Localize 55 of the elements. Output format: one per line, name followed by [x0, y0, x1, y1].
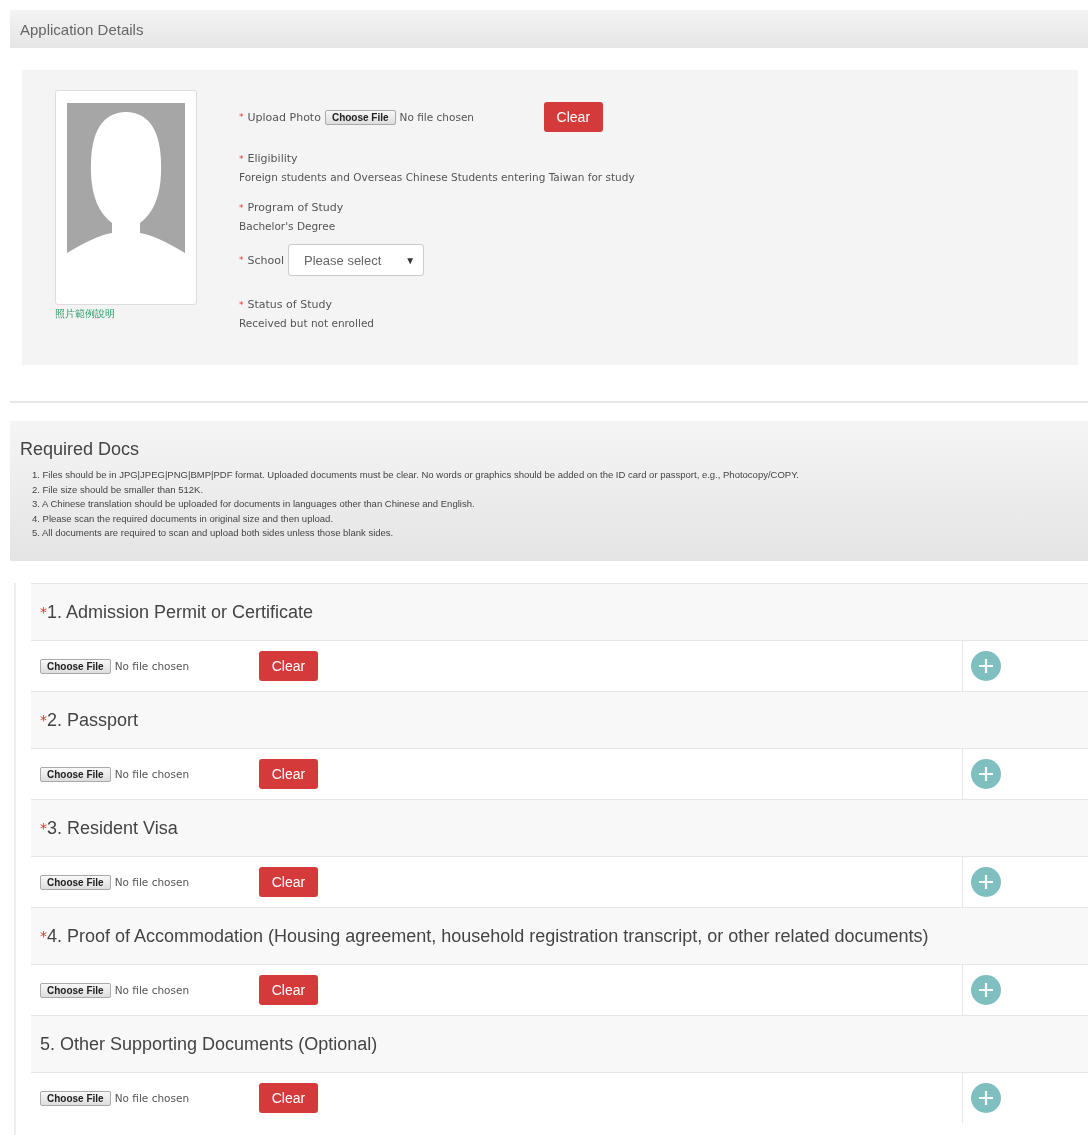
file-status: No file chosen: [114, 1092, 191, 1104]
choose-file-button[interactable]: Choose File: [40, 874, 111, 890]
instruction-note: 5. All documents are required to scan and upload both sides unless those blank sides.: [32, 526, 395, 540]
document-title: 3. Resident Visa: [47, 817, 178, 839]
instruction-note: 4. Please scan the required documents in original size and then upload.: [32, 511, 335, 526]
field-label: School: [247, 253, 285, 267]
field-label: Status of Study: [247, 298, 332, 311]
clear-button[interactable]: Clear: [258, 651, 319, 681]
choose-file-button[interactable]: Choose File: [40, 982, 111, 998]
add-icon[interactable]: [971, 867, 1001, 897]
add-icon[interactable]: [971, 1083, 1001, 1113]
section-title: Application Details: [20, 20, 144, 38]
field-value: Received but not enrolled: [239, 317, 375, 329]
field-value: Foreign students and Overseas Chinese Students entering Taiwan for study: [239, 171, 635, 183]
file-status: No file chosen: [114, 876, 191, 888]
caret-icon: ▼: [405, 254, 416, 266]
avatar-placeholder-icon: [67, 103, 185, 261]
required-mark: *: [239, 112, 244, 122]
required-mark: *: [239, 255, 244, 265]
field-label: Eligibility: [247, 152, 298, 165]
clear-button[interactable]: Clear: [543, 102, 604, 132]
instruction-note: 3. A Chinese translation should be uploaded for documents in languages other than Chinese and English.: [32, 497, 476, 511]
document-title: 5. Other Supporting Documents (Optional): [40, 1033, 378, 1055]
clear-button[interactable]: Clear: [258, 759, 319, 789]
required-mark: *: [239, 202, 244, 213]
field-label: Upload Photo: [247, 110, 321, 124]
document-title: 4. Proof of Accommodation (Housing agreement, household registration transcript, or other related documents): [47, 925, 929, 947]
section-title: Required Docs: [20, 439, 141, 460]
school-select[interactable]: Please select ▼: [288, 244, 425, 276]
field-label: Program of Study: [247, 201, 344, 214]
clear-button[interactable]: Clear: [258, 867, 319, 897]
instruction-note: 2. File size should be smaller than 512K.: [32, 482, 205, 497]
choose-file-button[interactable]: Choose File: [40, 658, 111, 674]
instruction-note: 1. Files should be in JPG|JPEG|PNG|BMP|PDF format. Uploaded documents must be clear. No words or graphics should be added on the ID card or passport, e.g., Photocopy/COPY.: [32, 468, 800, 482]
file-status: No file chosen: [399, 111, 475, 123]
file-status: No file chosen: [114, 984, 191, 996]
clear-button[interactable]: Clear: [258, 975, 319, 1005]
add-icon[interactable]: [971, 759, 1001, 789]
add-icon[interactable]: [971, 975, 1001, 1005]
choose-file-button[interactable]: Choose File: [40, 1090, 111, 1106]
file-status: No file chosen: [114, 660, 191, 672]
required-mark: *: [239, 299, 244, 310]
required-mark: *: [40, 820, 47, 836]
required-mark: *: [40, 604, 47, 620]
choose-file-button[interactable]: Choose File: [40, 766, 111, 782]
document-title: 2. Passport: [47, 709, 139, 731]
add-icon[interactable]: [971, 651, 1001, 681]
required-mark: *: [40, 712, 47, 728]
required-mark: *: [40, 928, 47, 944]
file-status: No file chosen: [114, 768, 191, 780]
clear-button[interactable]: Clear: [258, 1083, 319, 1113]
choose-file-button[interactable]: Choose File: [324, 109, 396, 125]
field-value: Bachelor's Degree: [239, 220, 337, 232]
required-mark: *: [239, 153, 244, 164]
document-title: 1. Admission Permit or Certificate: [47, 601, 314, 623]
